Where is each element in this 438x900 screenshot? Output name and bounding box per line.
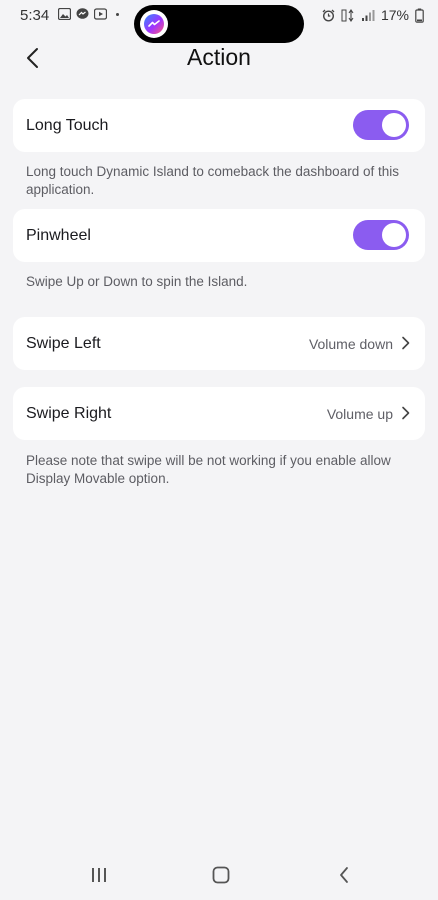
notification-icons bbox=[58, 8, 119, 20]
pinwheel-toggle[interactable] bbox=[353, 220, 409, 250]
back-icon bbox=[340, 867, 348, 883]
battery-percent: 17% bbox=[380, 7, 409, 23]
messenger-bolt-icon bbox=[148, 20, 160, 27]
swipe-left-label: Swipe Left bbox=[26, 335, 101, 352]
signal-icon bbox=[361, 9, 375, 21]
battery-icon bbox=[415, 8, 424, 23]
toggle-knob bbox=[382, 223, 406, 247]
home-button[interactable] bbox=[207, 864, 235, 886]
chevron-right-icon bbox=[402, 336, 410, 350]
status-time: 5:34 bbox=[20, 7, 50, 24]
page-title: Action bbox=[187, 44, 251, 70]
long-touch-card[interactable]: Long Touch bbox=[13, 99, 425, 152]
island-app-avatar bbox=[140, 10, 168, 38]
recents-icon bbox=[92, 868, 106, 882]
youtube-icon bbox=[94, 8, 107, 20]
long-touch-toggle[interactable] bbox=[353, 110, 409, 140]
chevron-right-icon bbox=[402, 406, 410, 420]
pinwheel-card[interactable]: Pinwheel bbox=[13, 209, 425, 262]
system-navigation-bar bbox=[0, 856, 438, 900]
long-touch-label: Long Touch bbox=[26, 117, 109, 134]
wifi-data-icon bbox=[341, 8, 354, 22]
swipe-right-card[interactable]: Swipe Right Volume up bbox=[13, 387, 425, 440]
more-notifications-dot bbox=[116, 12, 119, 16]
recents-button[interactable] bbox=[85, 864, 113, 886]
pinwheel-label: Pinwheel bbox=[26, 227, 91, 244]
swipe-note: Please note that swipe will be not worki… bbox=[26, 453, 391, 486]
nav-back-button[interactable] bbox=[330, 864, 358, 886]
app-header: Action bbox=[0, 38, 438, 78]
swipe-right-label: Swipe Right bbox=[26, 405, 112, 422]
home-icon bbox=[212, 866, 230, 884]
messenger-app-icon bbox=[144, 14, 164, 34]
swipe-left-value: Volume down bbox=[308, 336, 393, 352]
pinwheel-description: Swipe Up or Down to spin the Island. bbox=[26, 274, 248, 289]
swipe-left-card[interactable]: Swipe Left Volume down bbox=[13, 317, 425, 370]
status-bar: 5:34 17% bbox=[0, 0, 438, 43]
alarm-icon bbox=[322, 9, 335, 22]
messenger-icon bbox=[76, 8, 89, 19]
gallery-icon bbox=[58, 8, 71, 20]
long-touch-description: Long touch Dynamic Island to comeback th… bbox=[26, 164, 399, 197]
toggle-knob bbox=[382, 113, 406, 137]
swipe-right-value: Volume up bbox=[326, 406, 393, 422]
system-status-icons: 17% bbox=[322, 7, 424, 23]
